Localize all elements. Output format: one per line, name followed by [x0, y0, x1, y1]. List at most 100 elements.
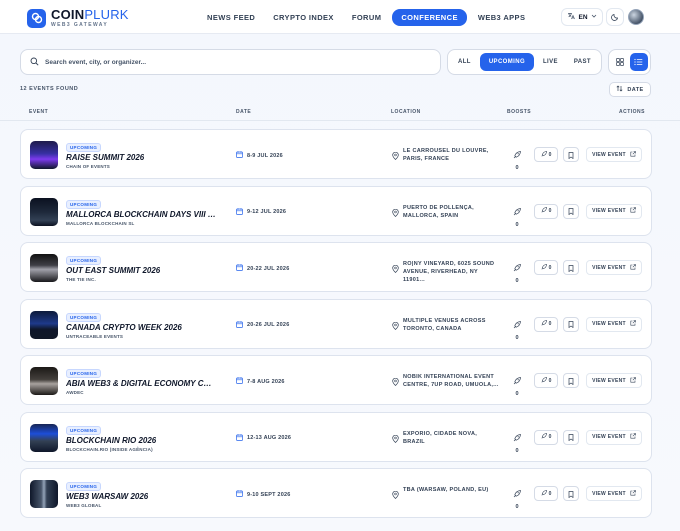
language-selector[interactable]: EN	[561, 8, 603, 26]
bookmark-button[interactable]	[563, 147, 579, 162]
map-pin-icon	[392, 373, 399, 391]
boost-count: 0	[515, 447, 519, 454]
boost-button[interactable]: 0	[534, 316, 558, 332]
status-badge: UPCOMING	[66, 312, 102, 322]
bookmark-button[interactable]	[563, 203, 579, 219]
boost-button[interactable]: 0	[534, 260, 558, 275]
table-row[interactable]: UPCOMING BLOCKCHAIN RIO 2026 BLOCKCHAIN.…	[20, 411, 652, 462]
view-event-button[interactable]: VIEW EVENT	[586, 260, 642, 275]
event-location: EXPORIO, CIDADE NOVA, BRAZIL	[392, 430, 499, 448]
bookmark-button[interactable]	[563, 373, 579, 388]
boost-counter: 0	[512, 316, 522, 341]
view-event-button[interactable]: VIEW EVENT	[586, 373, 642, 388]
event-title[interactable]: WEB3 WARSAW 2026	[66, 492, 148, 501]
bookmark-button[interactable]	[563, 316, 579, 332]
event-title[interactable]: RAISE SUMMIT 2026	[66, 153, 144, 162]
theme-toggle[interactable]	[606, 8, 624, 26]
bookmark-button[interactable]	[563, 429, 579, 445]
view-event-button[interactable]: VIEW EVENT	[586, 429, 642, 445]
search-input[interactable]	[45, 58, 405, 66]
bookmark-button[interactable]	[563, 486, 579, 501]
event-date: 8-9 JUL 2026	[236, 151, 283, 160]
event-title[interactable]: ABIA WEB3 & DIGITAL ECONOMY CONFERENCE..…	[66, 379, 216, 388]
grid-icon	[616, 53, 625, 71]
boost-button[interactable]: 0	[534, 203, 558, 219]
sort-button[interactable]: DATE	[609, 82, 651, 97]
grid-view-button[interactable]	[611, 53, 629, 71]
boost-button[interactable]: 0	[534, 429, 558, 445]
filter-all[interactable]: ALL	[451, 53, 478, 71]
table-row[interactable]: UPCOMING OUT EAST SUMMIT 2026 THE TIE IN…	[20, 242, 652, 292]
boost-button-count: 0	[548, 321, 552, 327]
calendar-icon	[236, 264, 243, 273]
event-date: 20-26 JUL 2026	[236, 320, 289, 330]
list-view-button[interactable]	[629, 53, 648, 71]
event-title[interactable]: OUT EAST SUMMIT 2026	[66, 266, 160, 275]
translate-icon	[567, 12, 576, 22]
calendar-icon	[236, 151, 243, 160]
nav-web3-apps[interactable]: WEB3 APPS	[471, 9, 533, 26]
chevron-down-icon	[591, 13, 597, 21]
rocket-icon	[541, 150, 547, 159]
rocket-icon	[541, 489, 547, 498]
status-badge: UPCOMING	[66, 143, 102, 152]
sort-label: DATE	[627, 86, 644, 93]
rocket-icon	[513, 146, 521, 163]
event-thumbnail	[30, 254, 58, 282]
bookmark-icon	[568, 372, 574, 390]
date-text: 8-9 JUL 2026	[247, 152, 283, 159]
boost-count: 0	[515, 391, 519, 397]
event-location: NOBIK INTERNATIONAL EVENT CENTRE, 7UP RO…	[392, 373, 499, 391]
location-text: TBA (WARSAW, POLAND, EU)	[403, 487, 489, 493]
boost-button-count: 0	[548, 208, 552, 214]
map-pin-icon	[392, 430, 399, 448]
avatar[interactable]	[628, 9, 644, 25]
event-title[interactable]: CANADA CRYPTO WEEK 2026	[66, 323, 182, 332]
filter-past[interactable]: PAST	[567, 53, 598, 71]
table-header: EVENT DATE LOCATION BOOSTS ACTIONS	[0, 103, 680, 121]
table-row[interactable]: UPCOMING CANADA CRYPTO WEEK 2026 UNTRACE…	[20, 298, 652, 349]
nav-forum[interactable]: FORUM	[345, 9, 389, 26]
map-pin-icon	[392, 204, 399, 222]
view-event-label: VIEW EVENT	[592, 264, 626, 271]
logo[interactable]: COINPLURK WEB3 GATEWAY	[27, 8, 129, 28]
language-label: EN	[578, 13, 588, 21]
boost-button-count: 0	[548, 377, 552, 384]
nav-crypto-index[interactable]: CRYPTO INDEX	[266, 9, 341, 26]
table-row[interactable]: UPCOMING MALLORCA BLOCKCHAIN DAYS VIII 2…	[20, 185, 652, 236]
event-title[interactable]: MALLORCA BLOCKCHAIN DAYS VIII 2026...	[66, 210, 216, 219]
filter-upcoming[interactable]: UPCOMING	[479, 53, 535, 71]
column-date: DATE	[236, 109, 252, 115]
search-bar[interactable]	[20, 49, 441, 75]
boost-button[interactable]: 0	[534, 373, 558, 388]
view-event-button[interactable]: VIEW EVENT	[586, 203, 642, 219]
external-link-icon	[630, 320, 636, 328]
view-event-button[interactable]: VIEW EVENT	[586, 147, 642, 162]
boost-counter: 0	[512, 203, 522, 228]
view-event-button[interactable]: VIEW EVENT	[586, 316, 642, 332]
boost-button[interactable]: 0	[534, 486, 558, 501]
date-text: 12-13 AUG 2026	[247, 435, 292, 441]
main-nav: NEWS FEED CRYPTO INDEX FORUM CONFERENCE …	[200, 9, 536, 26]
event-thumbnail	[30, 423, 58, 452]
table-row[interactable]: UPCOMING WEB3 WARSAW 2026 WEB3 GLOBAL 9-…	[20, 468, 652, 518]
boost-button[interactable]: 0	[534, 147, 558, 162]
external-link-icon	[630, 489, 636, 498]
event-title[interactable]: BLOCKCHAIN RIO 2026	[66, 436, 156, 445]
event-location: MULTIPLE VENUES ACROSS TORONTO, CANADA	[392, 317, 499, 335]
boost-counter: 0	[512, 146, 522, 171]
bookmark-button[interactable]	[563, 260, 579, 275]
table-row[interactable]: UPCOMING RAISE SUMMIT 2026 CHAIN OF EVEN…	[20, 129, 652, 179]
table-row[interactable]: UPCOMING ABIA WEB3 & DIGITAL ECONOMY CON…	[20, 355, 652, 405]
column-boosts: BOOSTS	[507, 109, 532, 115]
event-organizer: CHAIN OF EVENTS	[66, 164, 111, 169]
boost-count: 0	[515, 504, 519, 510]
filter-live[interactable]: LIVE	[536, 53, 565, 71]
calendar-icon	[236, 490, 243, 499]
external-link-icon	[630, 207, 636, 215]
nav-news-feed[interactable]: NEWS FEED	[200, 9, 262, 26]
view-event-button[interactable]: VIEW EVENT	[586, 486, 642, 501]
search-icon	[30, 53, 39, 71]
nav-conference[interactable]: CONFERENCE	[392, 9, 467, 26]
event-thumbnail	[30, 197, 58, 226]
